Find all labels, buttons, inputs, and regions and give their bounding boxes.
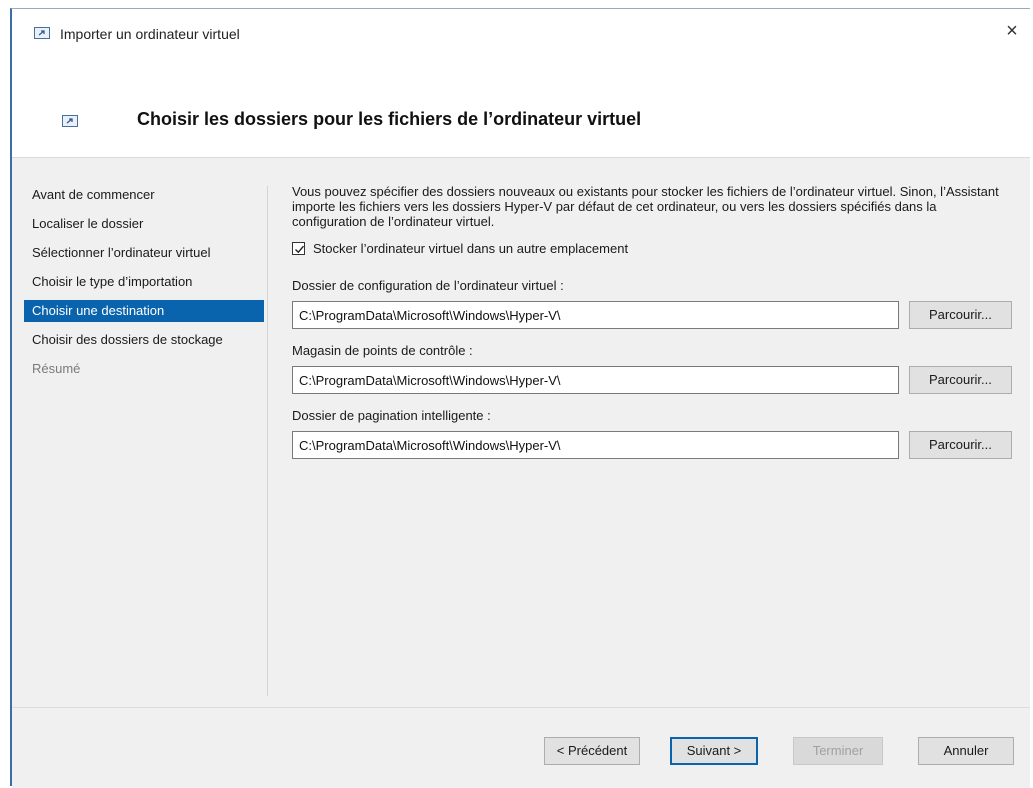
checkpoint-store-input[interactable] xyxy=(292,366,899,394)
virtual-machine-import-icon xyxy=(62,115,78,127)
window-title: Importer un ordinateur virtuel xyxy=(60,26,240,42)
wizard-steps-nav: Avant de commencer Localiser le dossier … xyxy=(24,184,264,387)
alternate-location-option[interactable]: Stocker l’ordinateur virtuel dans un aut… xyxy=(292,241,1012,256)
checkpoint-store-row: Parcourir... xyxy=(292,366,1012,394)
smart-paging-label: Dossier de pagination intelligente : xyxy=(292,408,491,423)
close-icon: × xyxy=(1006,20,1018,42)
checkpoint-store-browse-button[interactable]: Parcourir... xyxy=(908,366,1012,394)
app-icon xyxy=(34,27,50,39)
cancel-button[interactable]: Annuler xyxy=(918,737,1014,765)
checkpoint-store-label: Magasin de points de contrôle : xyxy=(292,343,473,358)
sidebar-item-resume: Résumé xyxy=(32,361,81,376)
smart-paging-row: Parcourir... xyxy=(292,431,1012,459)
import-vm-wizard-window: Importer un ordinateur virtuel × Choisir… xyxy=(10,8,1030,788)
sidebar-item-localiser-le-dossier[interactable]: Localiser le dossier xyxy=(24,213,264,235)
config-folder-row: Parcourir... xyxy=(292,301,1012,329)
next-button[interactable]: Suivant > xyxy=(670,737,758,765)
alternate-location-label: Stocker l’ordinateur virtuel dans un aut… xyxy=(313,241,629,256)
page-title: Choisir les dossiers pour les fichiers d… xyxy=(137,109,642,129)
sidebar-item-dossiers-stockage[interactable]: Choisir des dossiers de stockage xyxy=(24,329,264,351)
sidebar-item-selectionner-ordinateur[interactable]: Sélectionner l’ordinateur virtuel xyxy=(24,242,264,264)
alternate-location-checkbox[interactable] xyxy=(292,242,305,255)
config-folder-label: Dossier de configuration de l’ordinateur… xyxy=(292,278,564,293)
description-text: Vous pouvez spécifier des dossiers nouve… xyxy=(292,184,999,229)
previous-button[interactable]: < Précédent xyxy=(544,737,640,765)
sidebar-item-avant-de-commencer[interactable]: Avant de commencer xyxy=(24,184,264,206)
close-button[interactable]: × xyxy=(1000,19,1024,43)
config-folder-browse-button[interactable]: Parcourir... xyxy=(908,301,1012,329)
vertical-divider xyxy=(267,186,268,696)
smart-paging-input[interactable] xyxy=(292,431,899,459)
destination-panel: Vous pouvez spécifier des dossiers nouve… xyxy=(292,184,1012,473)
sidebar-item-destination[interactable]: Choisir une destination xyxy=(24,300,264,322)
config-folder-input[interactable] xyxy=(292,301,899,329)
wizard-footer: < Précédent Suivant > Terminer Annuler xyxy=(12,707,1030,788)
wizard-header: Choisir les dossiers pour les fichiers d… xyxy=(12,59,1030,158)
checkmark-icon xyxy=(295,245,305,254)
wizard-content: Avant de commencer Localiser le dossier … xyxy=(12,158,1030,706)
finish-button: Terminer xyxy=(793,737,883,765)
smart-paging-browse-button[interactable]: Parcourir... xyxy=(908,431,1012,459)
sidebar-item-type-importation[interactable]: Choisir le type d’importation xyxy=(24,271,264,293)
title-bar: Importer un ordinateur virtuel × xyxy=(12,9,1030,59)
